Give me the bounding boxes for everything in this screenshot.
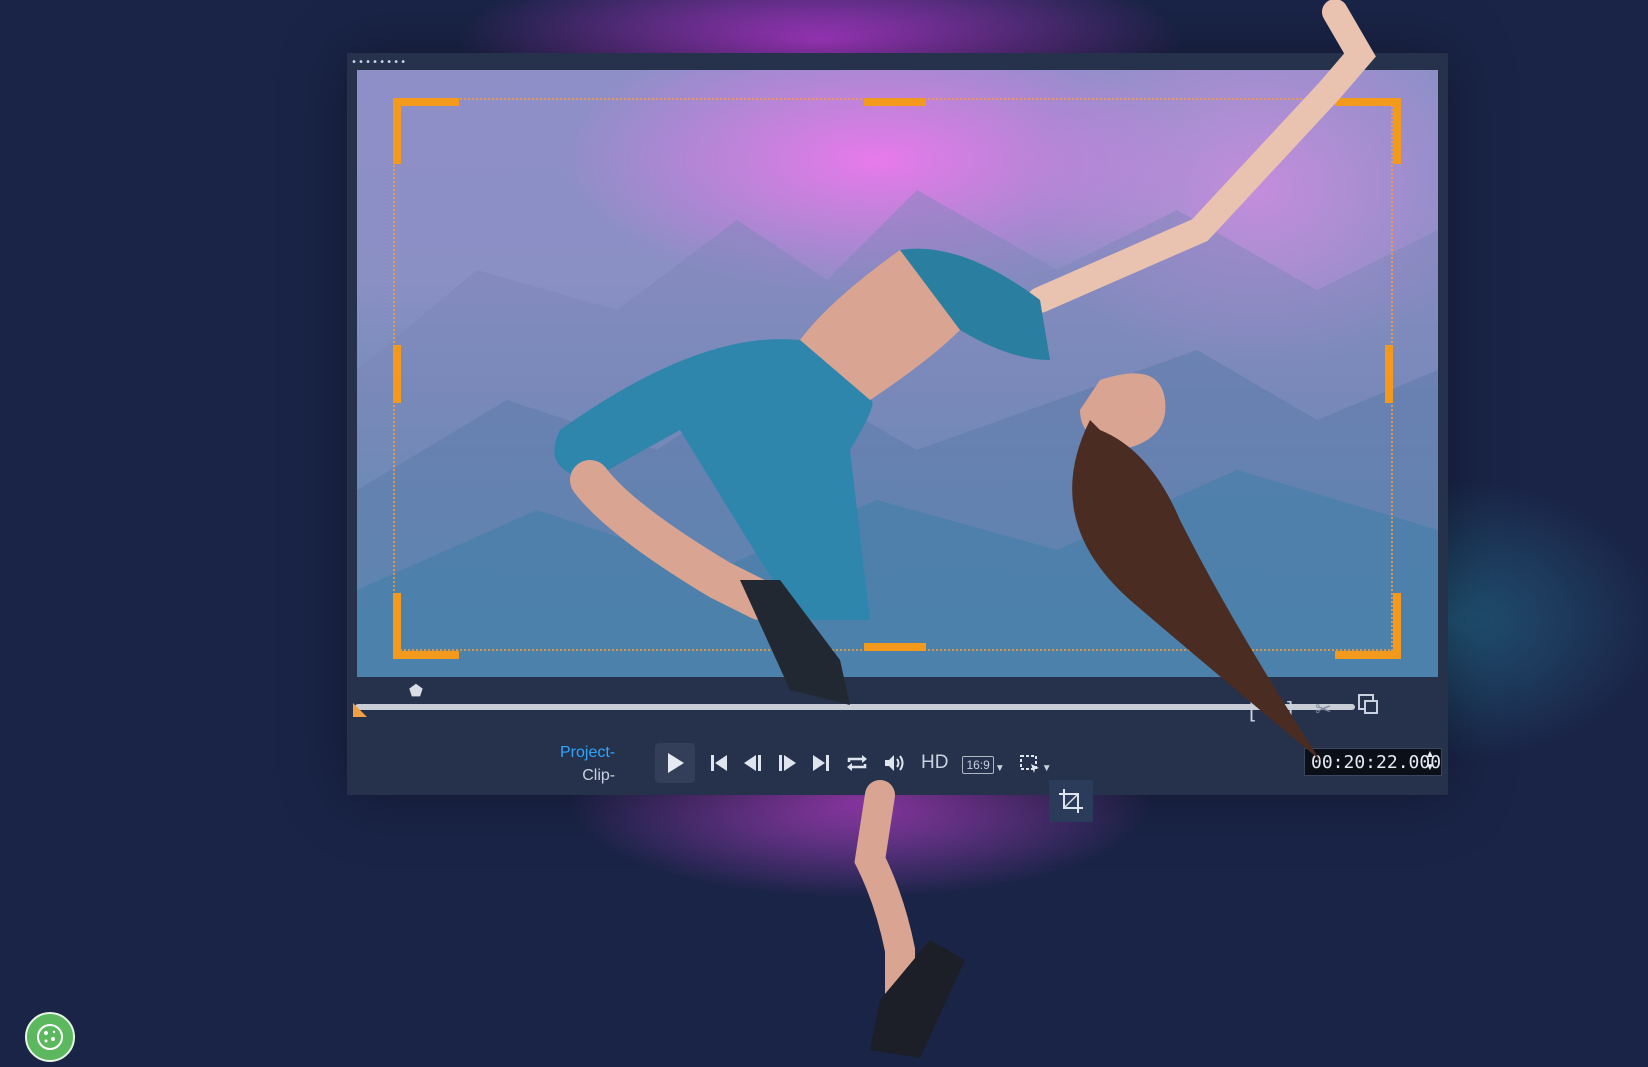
repeat-icon [847, 755, 867, 771]
timecode-stepper[interactable]: ▲ ▼ [1425, 748, 1435, 774]
chevron-down-icon: ▼ [1041, 762, 1052, 774]
mark-in-button[interactable]: [ [1249, 697, 1255, 723]
crop-icon [1059, 789, 1083, 813]
trim-start-handle[interactable] [353, 703, 367, 717]
skip-to-end-icon [813, 755, 829, 771]
crop-area-guide[interactable] [393, 98, 1393, 651]
split-clip-icon[interactable]: ✂ [1315, 697, 1332, 722]
crop-handle-bottom[interactable] [864, 643, 926, 651]
playback-controls: HD 16:9 ▼ ▼ [655, 741, 1052, 785]
enlarge-preview-icon[interactable] [1357, 693, 1379, 715]
playback-mode-switch: Project- Clip- [560, 741, 615, 787]
next-frame-button[interactable] [777, 753, 797, 773]
repeat-button[interactable] [845, 753, 869, 773]
mark-out-button[interactable]: ] [1287, 697, 1293, 723]
skip-to-start-icon [711, 755, 727, 771]
crop-tool-button[interactable] [1049, 780, 1093, 822]
aspect-ratio-label: 16:9 [962, 755, 994, 774]
crop-handle-top-left[interactable] [393, 98, 459, 164]
project-mode-button[interactable]: Project- [560, 741, 615, 764]
cookie-icon [37, 1024, 63, 1050]
cookie-settings-button[interactable] [25, 1012, 75, 1062]
previous-frame-button[interactable] [743, 753, 763, 773]
selection-mode-dropdown[interactable]: ▼ [1019, 753, 1052, 774]
hd-preview-toggle[interactable]: HD [921, 752, 948, 774]
window-grip-handle[interactable]: •••••••• [351, 57, 407, 68]
previous-frame-icon [744, 755, 761, 771]
preview-screen [357, 70, 1438, 677]
timecode-display[interactable]: 00:20:22.000 [1304, 748, 1442, 776]
volume-button[interactable] [883, 753, 907, 773]
selection-rectangle-icon [1019, 754, 1039, 773]
volume-icon [885, 755, 904, 771]
timeline-scrub-bar[interactable] [355, 704, 1355, 710]
aspect-ratio-dropdown[interactable]: 16:9 ▼ [962, 753, 1005, 774]
skip-to-end-button[interactable] [811, 753, 831, 773]
playhead-marker[interactable]: ⬟ [407, 683, 425, 701]
crop-handle-top[interactable] [864, 98, 926, 106]
clip-mode-button[interactable]: Clip- [560, 764, 615, 787]
next-frame-icon [779, 755, 796, 771]
play-button[interactable] [655, 743, 695, 783]
video-preview-window: •••••••• ⬟ [ ] ✂ Project- Clip- HD 16:9 … [347, 53, 1448, 795]
crop-handle-right[interactable] [1385, 345, 1393, 403]
crop-handle-bottom-left[interactable] [393, 593, 459, 659]
crop-handle-bottom-right[interactable] [1335, 593, 1401, 659]
play-icon [668, 753, 684, 773]
crop-handle-left[interactable] [393, 345, 401, 403]
skip-to-start-button[interactable] [709, 753, 729, 773]
chevron-down-icon: ▼ [994, 762, 1005, 774]
crop-handle-top-right[interactable] [1335, 98, 1401, 164]
